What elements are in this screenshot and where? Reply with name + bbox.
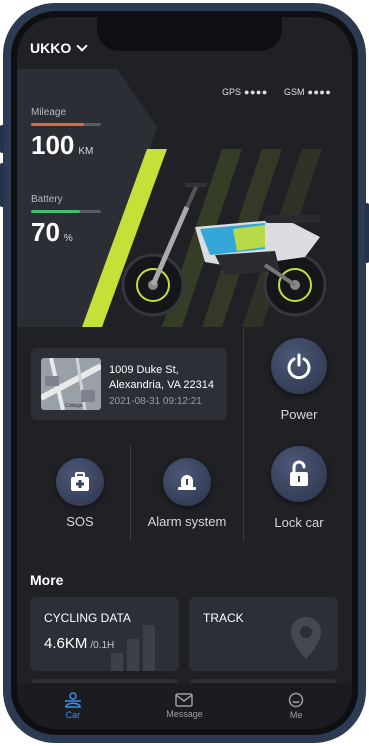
gps-label: GPS [222,87,242,97]
first-aid-icon [71,472,89,491]
mileage-value: 100 KM [31,130,93,161]
sos-label: SOS [66,514,94,529]
gps-indicator: GPS ●●●● [222,87,268,97]
battery-label: Battery [31,194,63,205]
mileage-bar-fill [31,123,84,126]
power-label: Power [280,407,318,422]
volume-button [0,125,4,153]
gps-dots: ●●●● [244,87,268,97]
vertical-divider-small [130,445,131,541]
vertical-divider [243,329,244,541]
chevron-down-icon [76,40,88,52]
phone-bezel: UKKO GPS ●●●● GSM ●●●● Mileage 100 KM Ba… [11,11,358,735]
track-card[interactable]: TRACK [189,597,338,671]
cycling-data-card[interactable]: CYCLING DATA 4.6KM /0.1H [30,597,179,671]
map-label: Cottage [65,403,83,409]
tab-message[interactable]: Message [149,693,219,719]
gsm-indicator: GSM ●●●● [284,87,331,97]
address-line2: Alexandria, VA 22314 [109,379,214,391]
location-timestamp: 2021-08-31 09:12:21 [109,396,202,407]
lock-car-button[interactable] [271,446,327,502]
power-icon [287,353,311,380]
tab-bar: Car Message Me [17,683,352,729]
track-title: TRACK [203,611,244,625]
tab-car-label: Car [65,710,81,720]
cycling-distance: 4.6KM [44,635,88,652]
mileage-bar [31,123,101,126]
battery-number: 70 [31,217,60,247]
alarm-system-button[interactable] [163,458,211,506]
battery-bar-fill [31,210,80,213]
vehicle-selector[interactable]: UKKO [30,40,88,56]
alarm-icon [178,475,196,490]
mileage-unit: KM [78,146,94,157]
notch [97,17,282,51]
location-pin-icon [291,617,321,659]
tab-me-label: Me [289,710,303,720]
vehicle-name: UKKO [30,40,72,56]
alarm-label: Alarm system [147,514,227,529]
more-title: More [30,572,64,588]
power-side-button [365,203,369,263]
tab-message-label: Message [166,709,203,719]
volume-button-lower [0,163,4,207]
map-thumbnail: Cottage [41,358,101,410]
mileage-label: Mileage [31,107,67,118]
battery-value: 70 % [31,217,73,248]
lock-car-label: Lock car [274,515,324,530]
location-card[interactable]: Cottage 1009 Duke St, Alexandria, VA 223… [31,348,227,420]
app-screen: UKKO GPS ●●●● GSM ●●●● Mileage 100 KM Ba… [17,17,352,729]
phone-frame: UKKO GPS ●●●● GSM ●●●● Mileage 100 KM Ba… [0,3,369,743]
motorcycle-image [121,183,327,317]
bar-chart-icon [111,625,155,671]
tab-me[interactable]: Me [261,692,331,720]
cycling-data-value: 4.6KM /0.1H [44,635,114,652]
me-icon [288,692,304,708]
battery-bar [31,210,101,213]
unlock-icon [290,460,308,486]
gsm-dots: ●●●● [307,87,332,97]
sos-button[interactable] [56,458,104,506]
address-line1: 1009 Duke St, [109,364,179,376]
power-button[interactable] [271,338,327,394]
message-icon [175,693,194,707]
battery-unit: % [63,233,73,244]
gsm-label: GSM [284,87,305,97]
mileage-number: 100 [31,130,75,160]
tab-car[interactable]: Car [38,692,108,720]
car-icon [64,692,81,708]
